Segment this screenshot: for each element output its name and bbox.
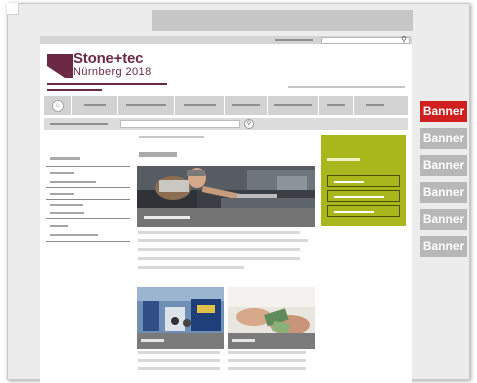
- sidebar-link[interactable]: [50, 225, 68, 227]
- sidebar-heading: [50, 157, 80, 160]
- teaser-image-fair[interactable]: [137, 287, 224, 349]
- promo-button[interactable]: [327, 190, 400, 202]
- teaser-caption: [228, 333, 315, 349]
- banner-button[interactable]: Banner: [420, 236, 467, 257]
- sidebar-link[interactable]: [50, 212, 84, 214]
- text-line: [138, 367, 220, 370]
- teaser-caption: [137, 333, 224, 349]
- nav-item[interactable]: [72, 96, 118, 115]
- sidebar-link[interactable]: [50, 181, 96, 183]
- top-banner-placeholder: [152, 10, 413, 31]
- content-kicker: [139, 136, 204, 138]
- banner-button[interactable]: Banner: [420, 209, 467, 230]
- logo-underline-short: [47, 89, 102, 91]
- banner-button[interactable]: Banner: [420, 128, 467, 149]
- sidebar-link[interactable]: [50, 172, 74, 174]
- page-curl-corner: [7, 3, 19, 15]
- utility-search-input[interactable]: ⚲: [321, 36, 410, 45]
- logo-underline: [47, 83, 167, 85]
- text-line: [138, 351, 220, 354]
- sidebar-link[interactable]: [50, 193, 74, 195]
- text-line: [228, 367, 306, 370]
- nav-item[interactable]: [118, 96, 175, 115]
- text-line: [138, 257, 300, 260]
- utility-bar: ⚲: [40, 36, 412, 44]
- teaser-caption-text: [232, 339, 255, 342]
- nav-item[interactable]: [354, 96, 396, 115]
- sidebar-divider: [46, 187, 130, 188]
- website-page: ⚲ Stone+tec Nürnberg 2018 ⌂ ⚲: [40, 36, 412, 383]
- search-icon[interactable]: ⚲: [244, 119, 254, 129]
- text-line: [138, 359, 220, 362]
- sidebar-divider: [46, 166, 130, 167]
- sidebar-link[interactable]: [50, 204, 83, 206]
- banner-button[interactable]: Banner: [420, 101, 467, 122]
- utility-link[interactable]: [275, 39, 313, 41]
- breadcrumb[interactable]: [50, 123, 108, 125]
- banner-button[interactable]: Banner: [420, 182, 467, 203]
- promo-button[interactable]: [327, 205, 400, 217]
- text-line: [138, 239, 308, 242]
- text-line: [138, 231, 300, 234]
- breadcrumb-search-input[interactable]: [120, 120, 240, 128]
- promo-button[interactable]: [327, 175, 400, 187]
- breadcrumb-bar: ⚲: [44, 118, 408, 130]
- nav-item[interactable]: [175, 96, 225, 115]
- logo-mark[interactable]: [47, 54, 73, 78]
- banner-button[interactable]: Banner: [420, 155, 467, 176]
- nav-item[interactable]: [268, 96, 319, 115]
- home-icon[interactable]: ⌂: [51, 99, 64, 112]
- content-heading: [139, 152, 177, 157]
- sidebar-divider: [46, 199, 130, 200]
- hero-caption[interactable]: [137, 208, 315, 227]
- nav-item[interactable]: [225, 96, 268, 115]
- sidebar-link[interactable]: [50, 234, 98, 236]
- text-line: [138, 248, 300, 251]
- header-tagline: [288, 86, 405, 88]
- nav-home[interactable]: ⌂: [44, 96, 72, 115]
- banner-column: Banner Banner Banner Banner Banner Banne…: [420, 101, 467, 263]
- main-navigation: ⌂: [44, 96, 408, 115]
- logo-name[interactable]: Stone+tec: [73, 51, 144, 67]
- nav-item[interactable]: [319, 96, 354, 115]
- logo-edition: Nürnberg 2018: [73, 66, 152, 78]
- text-line: [228, 351, 306, 354]
- sidebar-divider: [46, 218, 130, 219]
- teaser-image-samples[interactable]: [228, 287, 315, 349]
- hero-caption-text: [144, 216, 190, 219]
- sidebar-divider: [46, 241, 130, 242]
- text-line: [138, 266, 244, 269]
- promo-heading: [327, 158, 360, 161]
- teaser-caption-text: [141, 339, 164, 342]
- text-line: [228, 359, 306, 362]
- promo-box: [321, 135, 406, 226]
- search-icon[interactable]: ⚲: [401, 36, 407, 45]
- logo-mark-cut: [47, 66, 65, 78]
